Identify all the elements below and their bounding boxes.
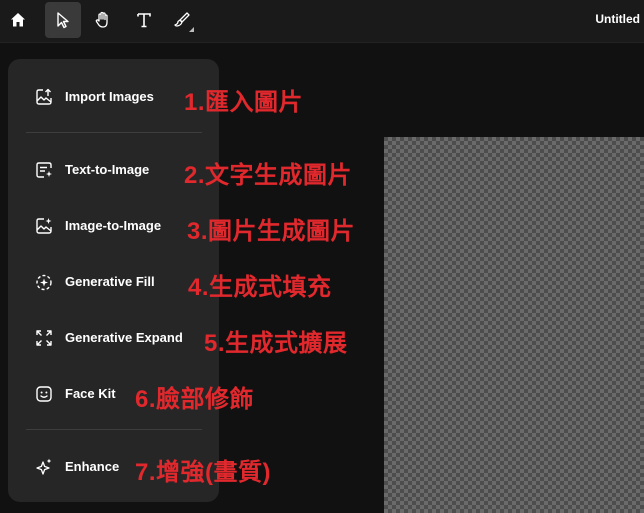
image-sparkle-icon xyxy=(34,216,54,236)
brush-tool-button[interactable] xyxy=(164,2,200,38)
menu-item-generative-fill[interactable]: Generative Fill 4.生成式填充 xyxy=(8,262,331,302)
face-icon xyxy=(34,384,54,404)
sparkles-icon xyxy=(34,457,54,477)
pan-tool-button[interactable] xyxy=(85,2,121,38)
annotation-label: 2.文字生成圖片 xyxy=(184,162,353,189)
expand-icon xyxy=(34,328,54,348)
menu-item-generative-expand[interactable]: Generative Expand 5.生成式擴展 xyxy=(8,318,347,358)
menu-item-label: Generative Fill xyxy=(65,274,155,289)
text-sparkle-icon xyxy=(34,160,54,180)
menu-item-image-to-image[interactable]: Image-to-Image 3.圖片生成圖片 xyxy=(8,206,355,246)
menu-item-text-to-image[interactable]: Text-to-Image 2.文字生成圖片 xyxy=(8,150,352,190)
menu-item-label: Image-to-Image xyxy=(65,218,162,233)
add-menu: Import Images 1.匯入圖片 Text-to-Image 2.文字生… xyxy=(8,59,355,502)
transparent-canvas[interactable] xyxy=(384,137,644,513)
menu-item-enhance[interactable]: Enhance 7.增強(畫質) xyxy=(8,447,271,487)
menu-item-label: Generative Expand xyxy=(65,330,183,345)
home-button[interactable] xyxy=(0,2,36,38)
text-icon xyxy=(135,11,153,29)
home-icon xyxy=(9,11,27,29)
menu-item-label: Text-to-Image xyxy=(65,162,150,177)
annotation-label: 7.增強(畫質) xyxy=(135,459,271,486)
annotation-label: 6.臉部修飾 xyxy=(135,386,255,413)
cursor-icon xyxy=(54,11,72,29)
submenu-indicator-icon xyxy=(189,27,194,32)
document-title: Untitled xyxy=(595,12,640,26)
menu-item-label: Face Kit xyxy=(65,386,116,401)
annotation-label: 3.圖片生成圖片 xyxy=(187,218,356,245)
menu-item-face-kit[interactable]: Face Kit 6.臉部修飾 xyxy=(8,374,254,414)
annotation-label: 4.生成式填充 xyxy=(188,274,332,301)
hand-icon xyxy=(93,10,113,30)
menu-item-import-images[interactable]: Import Images 1.匯入圖片 xyxy=(8,77,303,117)
annotation-label: 1.匯入圖片 xyxy=(184,89,304,116)
menu-item-label: Import Images xyxy=(65,89,154,104)
generative-fill-icon xyxy=(34,272,54,292)
top-toolbar: Untitled xyxy=(0,0,644,43)
menu-divider xyxy=(26,429,202,430)
select-tool-button[interactable] xyxy=(45,2,81,38)
menu-item-label: Enhance xyxy=(65,459,120,474)
image-upload-icon xyxy=(34,87,54,107)
text-tool-button[interactable] xyxy=(126,2,162,38)
menu-divider xyxy=(26,132,202,133)
annotation-label: 5.生成式擴展 xyxy=(204,330,348,357)
